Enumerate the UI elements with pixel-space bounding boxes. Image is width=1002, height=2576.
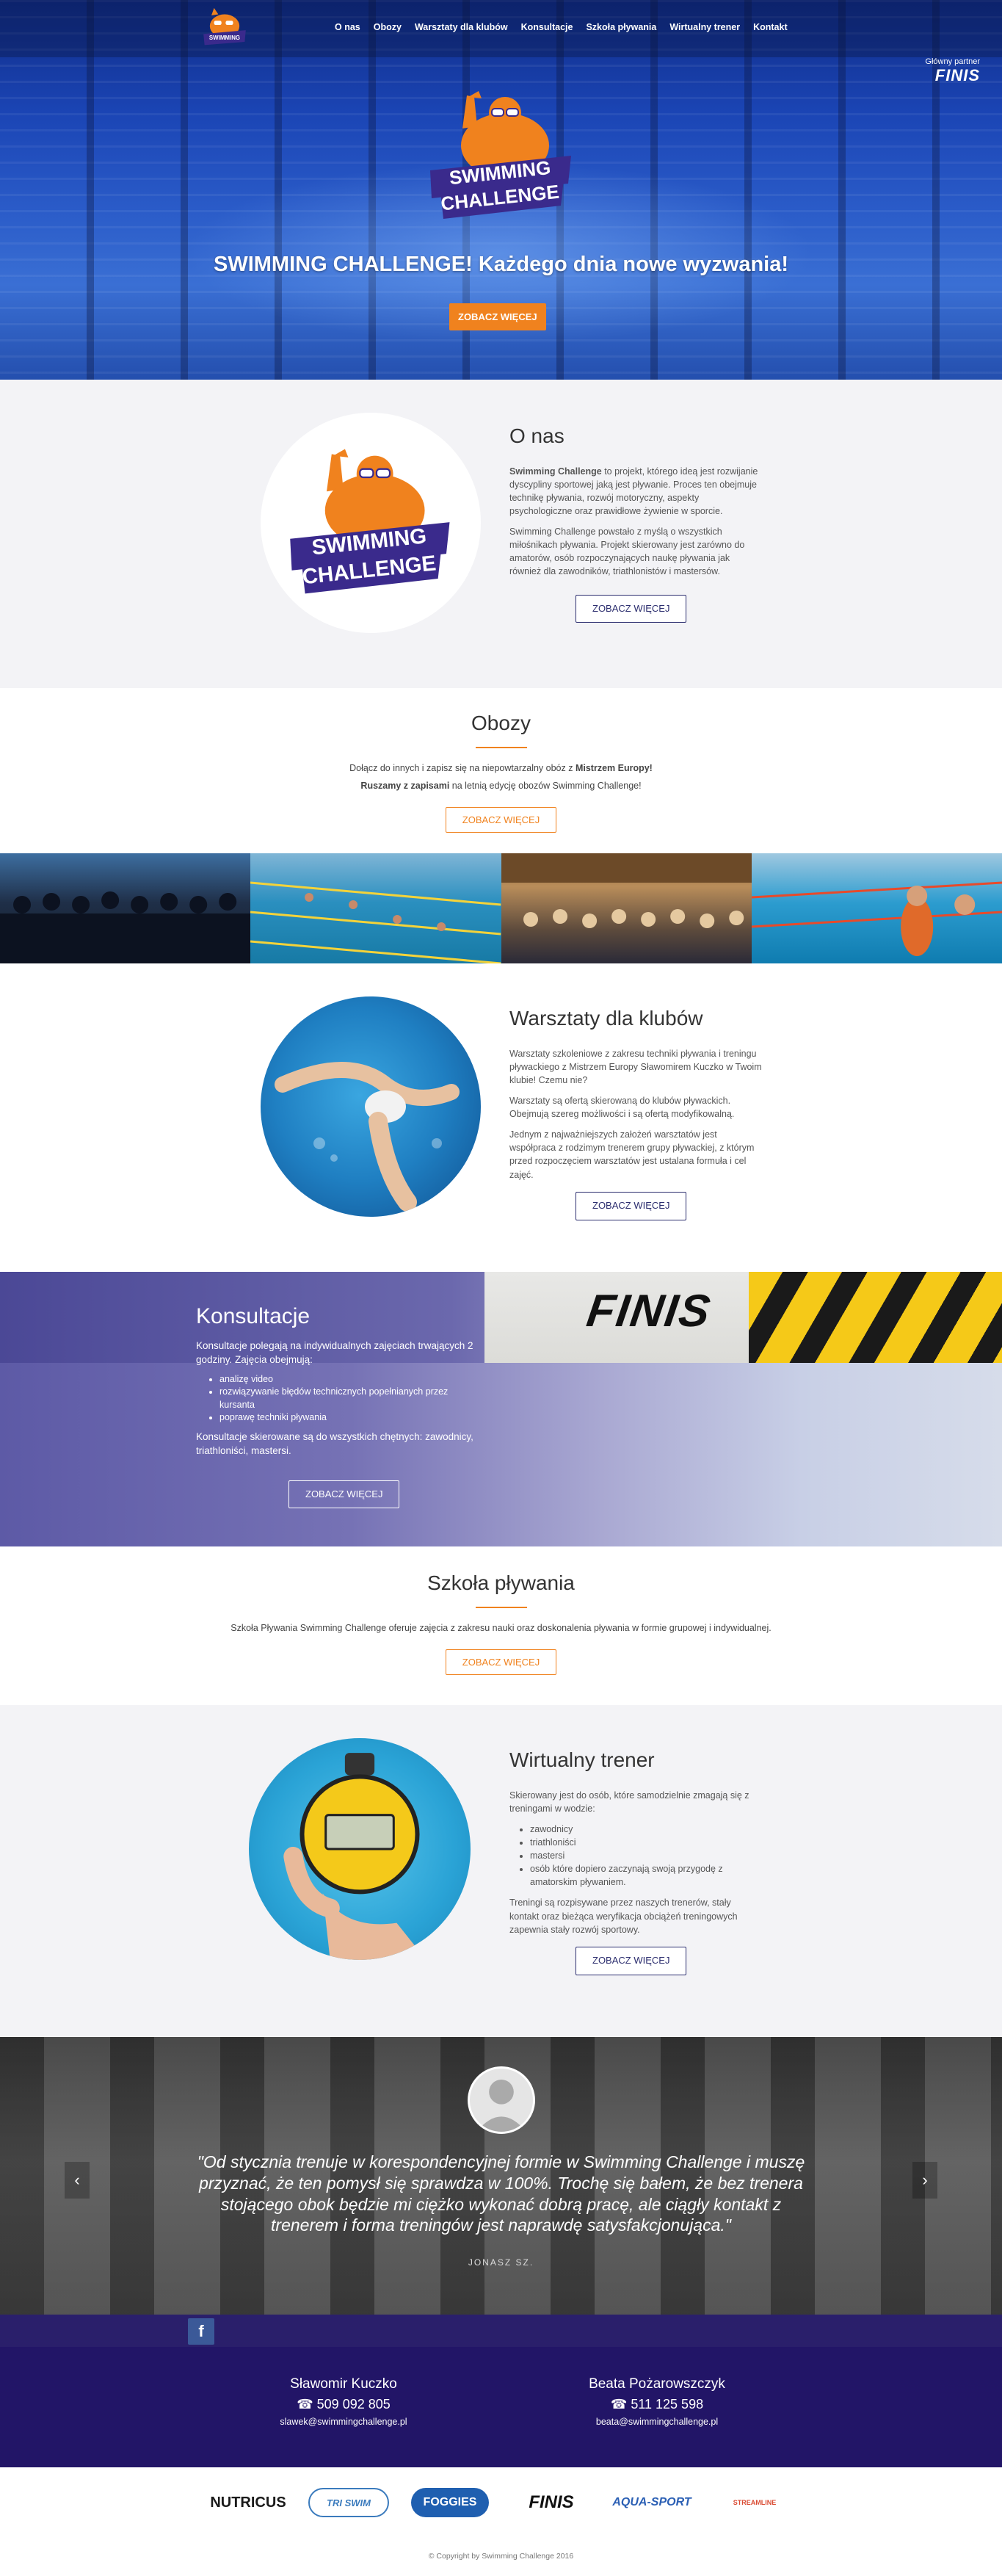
- gallery-photo-selfie[interactable]: [751, 853, 1002, 963]
- nav-item-obozy[interactable]: Obozy: [374, 22, 402, 32]
- sponsor-logo-streamline[interactable]: STREAMLINE: [719, 2488, 790, 2517]
- sponsor-logo-aquasport[interactable]: AQUA-SPORT: [606, 2488, 697, 2517]
- carousel-prev-icon[interactable]: ‹: [65, 2162, 90, 2199]
- contact-phone[interactable]: 511 125 598: [631, 2397, 703, 2412]
- list-item: poprawę techniki pływania: [219, 1411, 475, 1425]
- about-logo: SWIMMING CHALLENGE: [290, 449, 450, 594]
- nav-item-onas[interactable]: O nas: [335, 22, 360, 32]
- about-logo-circle: SWIMMING CHALLENGE: [261, 413, 481, 633]
- finis-logo: FINIS: [584, 1286, 715, 1336]
- partner-brand: FINIS: [934, 66, 980, 84]
- stopwatch-photo: [249, 1738, 471, 1960]
- sponsor-logo-foggies[interactable]: FOGGIES: [411, 2488, 489, 2517]
- consultations-text: Konsultacje Konsultacje polegają na indy…: [196, 1301, 475, 1508]
- list-item: osób które dopiero zaczynają swoją przyg…: [530, 1862, 763, 1889]
- sponsor-logo-nutricus[interactable]: NUTRICUS: [200, 2488, 297, 2517]
- hero-section: SWIMMING O nas Obozy Warsztaty dla klubó…: [0, 0, 1002, 380]
- about-more-button[interactable]: ZOBACZ WIĘCEJ: [576, 594, 687, 623]
- sponsor-logo-triswim[interactable]: TRI SWIM: [308, 2488, 389, 2517]
- gallery-photo-hall[interactable]: [501, 853, 752, 963]
- nav-item-warsztaty[interactable]: Warsztaty dla klubów: [415, 22, 508, 32]
- sponsor-logo-finis[interactable]: FINIS: [505, 2488, 598, 2517]
- nav-item-kontakt[interactable]: Kontakt: [753, 22, 788, 32]
- hero-logo: SWIMMING CHALLENGE: [430, 91, 571, 219]
- gallery-photo-pool[interactable]: [250, 853, 501, 963]
- workshops-photo: [261, 996, 481, 1217]
- school-more-button[interactable]: ZOBACZ WIĘCEJ: [445, 1649, 557, 1675]
- hero-cta-button[interactable]: ZOBACZ WIĘCEJ: [449, 303, 546, 330]
- workshops-section: Warsztaty dla klubów Warsztaty szkolenio…: [0, 963, 1002, 1272]
- camps-title: Obozy: [471, 712, 531, 734]
- camps-section: Obozy Dołącz do innych i zapisz się na n…: [0, 688, 1002, 853]
- nav-item-szkola[interactable]: Szkoła pływania: [586, 22, 656, 32]
- contact-card: Sławomir Kuczko ☎ 509 092 805 slawek@swi…: [233, 2376, 454, 2427]
- virtual-coach-section: Wirtualny trener Skierowany jest do osób…: [0, 1705, 1002, 2037]
- social-bar: f: [0, 2315, 1002, 2347]
- list-item: zawodnicy: [530, 1823, 763, 1836]
- about-section: SWIMMING CHALLENGE O nas Swimming Challe…: [0, 380, 1002, 688]
- testimonial-section: "Od stycznia trenuje w korespondencyjnej…: [0, 2037, 1002, 2315]
- main-partner[interactable]: Główny partner FINIS: [925, 57, 980, 85]
- consultations-title: Konsultacje: [196, 1304, 311, 1328]
- list-item: rozwiązywanie błędów technicznych popełn…: [219, 1386, 475, 1411]
- school-title: Szkoła pływania: [427, 1571, 575, 1594]
- phone-icon: ☎: [297, 2397, 317, 2412]
- school-section: Szkoła pływania Szkoła Pływania Swimming…: [0, 1546, 1002, 1705]
- nav-item-wirtualny[interactable]: Wirtualny trener: [669, 22, 740, 32]
- about-title: O nas: [509, 424, 564, 447]
- consultations-section: FINIS Konsultacje Konsultacje polegają n…: [0, 1272, 1002, 1546]
- consultations-more-button[interactable]: ZOBACZ WIĘCEJ: [288, 1480, 400, 1508]
- contact-card: Beata Pożarowszczyk ☎ 511 125 598 beata@…: [547, 2376, 767, 2427]
- hero-title: SWIMMING CHALLENGE! Każdego dnia nowe wy…: [213, 253, 789, 276]
- copyright: © Copyright by Swimming Challenge 2016: [428, 2552, 574, 2561]
- title-underline: [475, 1607, 527, 1608]
- testimonial-author: JONASZ SZ.: [468, 2257, 534, 2268]
- contact-name: Sławomir Kuczko: [290, 2376, 397, 2392]
- site-logo[interactable]: SWIMMING: [198, 4, 251, 53]
- testimonial-avatar: [468, 2066, 535, 2134]
- facebook-icon[interactable]: f: [188, 2318, 214, 2345]
- list-item: mastersi: [530, 1849, 763, 1862]
- list-item: triathloniści: [530, 1836, 763, 1849]
- workshops-title: Warsztaty dla klubów: [509, 1007, 703, 1030]
- camps-more-button[interactable]: ZOBACZ WIĘCEJ: [445, 807, 557, 833]
- contact-phone[interactable]: 509 092 805: [317, 2397, 391, 2412]
- virtual-coach-title: Wirtualny trener: [509, 1748, 655, 1771]
- list-item: analizę video: [219, 1373, 475, 1386]
- contact-email[interactable]: beata@swimmingchallenge.pl: [547, 2417, 767, 2427]
- about-text: O nas Swimming Challenge to projekt, któ…: [509, 422, 763, 623]
- main-nav: SWIMMING O nas Obozy Warsztaty dla klubó…: [0, 0, 1002, 57]
- virtual-coach-text: Wirtualny trener Skierowany jest do osób…: [509, 1745, 763, 1975]
- gallery-photo-group[interactable]: [0, 853, 251, 963]
- camps-gallery: [0, 853, 1002, 963]
- partner-label: Główny partner: [925, 57, 980, 66]
- contact-email[interactable]: slawek@swimmingchallenge.pl: [233, 2417, 454, 2427]
- workshops-text: Warsztaty dla klubów Warsztaty szkolenio…: [509, 1004, 763, 1220]
- virtual-coach-more-button[interactable]: ZOBACZ WIĘCEJ: [576, 1946, 687, 1975]
- title-underline: [475, 747, 527, 748]
- workshops-more-button[interactable]: ZOBACZ WIĘCEJ: [576, 1191, 687, 1220]
- carousel-next-icon[interactable]: ›: [912, 2162, 937, 2199]
- contacts-section: Sławomir Kuczko ☎ 509 092 805 slawek@swi…: [0, 2347, 1002, 2467]
- finis-photo: FINIS: [484, 1272, 1002, 1363]
- testimonial-quote: "Od stycznia trenuje w korespondencyjnej…: [197, 2152, 805, 2235]
- svg-text:SWIMMING: SWIMMING: [209, 35, 240, 41]
- contact-name: Beata Pożarowszczyk: [589, 2376, 725, 2392]
- sponsors-bar: NUTRICUS TRI SWIM FOGGIES FINIS AQUA-SPO…: [0, 2467, 1002, 2547]
- phone-icon: ☎: [610, 2397, 631, 2412]
- nav-menu: O nas Obozy Warsztaty dla klubów Konsult…: [335, 22, 788, 32]
- nav-item-konsultacje[interactable]: Konsultacje: [521, 22, 573, 32]
